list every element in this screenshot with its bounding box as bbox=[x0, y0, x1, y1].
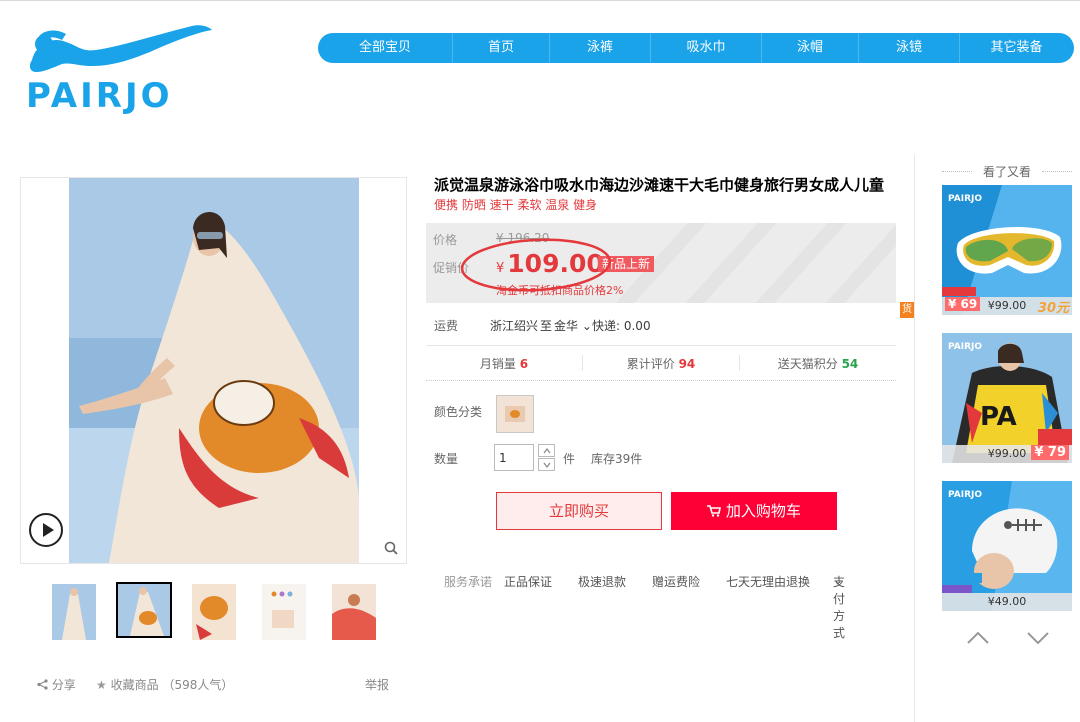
reviews-value: 94 bbox=[678, 357, 696, 371]
points-value: 54 bbox=[841, 357, 859, 371]
add-to-cart-button[interactable]: 加入购物车 bbox=[671, 492, 837, 530]
card-promo-price: ¥ 79 bbox=[1031, 445, 1069, 460]
towel-product-image: PAIRJO PA bbox=[942, 333, 1072, 463]
recommend-card-pricebar: ¥49.00 bbox=[942, 593, 1072, 611]
recommend-card-pricebar: ¥99.00 ¥ 79 bbox=[942, 445, 1072, 463]
quantity-increase-button[interactable] bbox=[538, 444, 555, 457]
color-option-swatch[interactable] bbox=[496, 395, 534, 433]
shipping-destination-select[interactable]: 金华 ⌄ bbox=[554, 317, 592, 334]
nav-item-3[interactable]: 吸水巾 bbox=[651, 33, 761, 63]
shipping-label: 运费 bbox=[434, 319, 459, 333]
goggles-product-image: PAIRJO bbox=[942, 185, 1072, 315]
add-to-cart-label: 加入购物车 bbox=[725, 502, 801, 520]
product-title: 派觉温泉游泳浴巾吸水巾海边沙滩速干大毛巾健身旅行男女成人儿童 bbox=[434, 176, 885, 194]
share-favorite-row: 分享 ★ 收藏商品 （598人气） 举报 bbox=[37, 676, 397, 694]
nav-item-6[interactable]: 其它装备 bbox=[960, 33, 1073, 63]
destination-value: 金华 bbox=[554, 319, 579, 333]
color-label: 颜色分类 bbox=[434, 405, 483, 419]
share-label: 分享 bbox=[51, 678, 76, 692]
stock-count: 库存39件 bbox=[591, 452, 643, 466]
favorite-link[interactable]: ★ 收藏商品 （598人气） bbox=[96, 676, 233, 693]
sidebar-title: 看了又看 bbox=[942, 163, 1072, 180]
star-icon: ★ bbox=[96, 678, 107, 692]
zoom-icon[interactable] bbox=[384, 541, 398, 555]
chevron-down-icon[interactable] bbox=[1026, 630, 1050, 646]
monthly-sales-label: 月销量 bbox=[479, 357, 516, 371]
share-icon bbox=[37, 679, 48, 690]
service-item-genuine[interactable]: 正品保证 bbox=[504, 573, 552, 590]
chevron-up-icon[interactable] bbox=[966, 630, 990, 646]
svg-text:PAIRJO: PAIRJO bbox=[948, 194, 982, 204]
quantity-label: 数量 bbox=[434, 452, 459, 466]
service-item-7day-return[interactable]: 七天无理由退换 bbox=[726, 573, 810, 590]
shipping-fee: 快递: 0.00 bbox=[592, 319, 651, 333]
main-nav: 全部宝贝 首页 泳裤 吸水巾 泳帽 泳镜 其它装备 bbox=[318, 33, 1074, 63]
product-photo bbox=[69, 178, 359, 563]
thumbnail-strip bbox=[20, 582, 407, 642]
thumbnail-3[interactable] bbox=[192, 584, 236, 640]
nav-item-5[interactable]: 泳镜 bbox=[859, 33, 959, 63]
monthly-sales: 月销量 6 bbox=[426, 355, 582, 372]
thumbnail-4[interactable] bbox=[262, 584, 306, 640]
chevron-up-icon bbox=[543, 448, 551, 454]
card-price: ¥49.00 bbox=[987, 595, 1027, 608]
service-item-fast-refund[interactable]: 极速退款 bbox=[578, 573, 626, 590]
shipping-to-label: 至 bbox=[540, 319, 553, 333]
sales-stats: 月销量 6 累计评价 94 送天猫积分 54 bbox=[426, 352, 896, 374]
service-label: 服务承诺 bbox=[444, 575, 493, 589]
nav-item-4[interactable]: 泳帽 bbox=[762, 33, 858, 63]
price-label: 价格 bbox=[433, 233, 458, 247]
points-label: 送天猫积分 bbox=[777, 357, 838, 371]
popularity-count: （598人气） bbox=[162, 678, 234, 692]
cart-icon bbox=[707, 505, 722, 517]
card-coupon: 30元 bbox=[1037, 301, 1069, 315]
nav-item-0[interactable]: 全部宝贝 bbox=[318, 33, 452, 63]
price-highlight-circle bbox=[460, 238, 612, 292]
logo-text: PAIRJO bbox=[26, 76, 173, 116]
product-subtitle: 便携 防晒 速干 柔软 温泉 健身 bbox=[434, 198, 598, 212]
nav-item-2[interactable]: 泳裤 bbox=[550, 33, 650, 63]
brand-logo[interactable]: PAIRJO bbox=[22, 22, 222, 114]
shipping-origin: 浙江绍兴 bbox=[490, 319, 539, 333]
report-link[interactable]: 举报 bbox=[365, 676, 389, 693]
favorite-label: 收藏商品 bbox=[110, 678, 159, 692]
main-product-image[interactable] bbox=[20, 177, 407, 564]
thumbnail-5[interactable] bbox=[332, 584, 376, 640]
swimcap-product-image: PAIRJO bbox=[942, 481, 1072, 611]
divider bbox=[426, 380, 896, 381]
play-video-button[interactable] bbox=[29, 513, 63, 547]
quantity-decrease-button[interactable] bbox=[538, 458, 555, 471]
nav-item-1[interactable]: 首页 bbox=[453, 33, 549, 63]
shipping-row: 运费 浙江绍兴 至 金华 ⌄ 快递: 0.00 bbox=[434, 317, 896, 335]
quantity-unit: 件 bbox=[563, 452, 576, 466]
svg-text:PA: PA bbox=[980, 402, 1017, 432]
buy-now-button[interactable]: 立即购买 bbox=[496, 492, 662, 530]
divider bbox=[426, 345, 896, 346]
recommend-card-pricebar: ¥ 69 ¥99.00 30元 bbox=[942, 297, 1072, 315]
reviews-label: 累计评价 bbox=[626, 357, 675, 371]
sidebar-divider bbox=[914, 155, 915, 722]
service-promise-row: 服务承诺 正品保证 极速退款 赠运费险 七天无理由退换 支付方式 ⌄ bbox=[444, 573, 904, 640]
recommend-card-towel[interactable]: PAIRJO PA ¥99.00 ¥ 79 bbox=[942, 333, 1072, 463]
share-link[interactable]: 分享 bbox=[37, 676, 76, 693]
thumbnail-1[interactable] bbox=[52, 584, 96, 640]
svg-text:PAIRJO: PAIRJO bbox=[948, 342, 982, 352]
recommend-card-goggles[interactable]: PAIRJO ¥ 69 ¥99.00 30元 bbox=[942, 185, 1072, 315]
goods-badge-icon[interactable]: 货 bbox=[900, 302, 914, 318]
svg-text:PAIRJO: PAIRJO bbox=[948, 490, 982, 500]
chevron-down-icon: ⌄ bbox=[833, 573, 844, 587]
monthly-sales-value: 6 bbox=[519, 357, 529, 371]
swimmer-logo-icon bbox=[29, 25, 213, 72]
chevron-down-icon: ⌄ bbox=[578, 319, 592, 333]
service-item-shipping-insurance[interactable]: 赠运费险 bbox=[652, 573, 700, 590]
top-border bbox=[0, 0, 1080, 1]
recommend-card-swimcap[interactable]: PAIRJO ¥49.00 bbox=[942, 481, 1072, 611]
quantity-input[interactable] bbox=[494, 444, 534, 471]
thumbnail-2-selected[interactable] bbox=[116, 582, 172, 638]
tmall-points: 送天猫积分 54 bbox=[740, 355, 896, 372]
review-count[interactable]: 累计评价 94 bbox=[583, 355, 739, 372]
chevron-down-icon bbox=[543, 462, 551, 468]
